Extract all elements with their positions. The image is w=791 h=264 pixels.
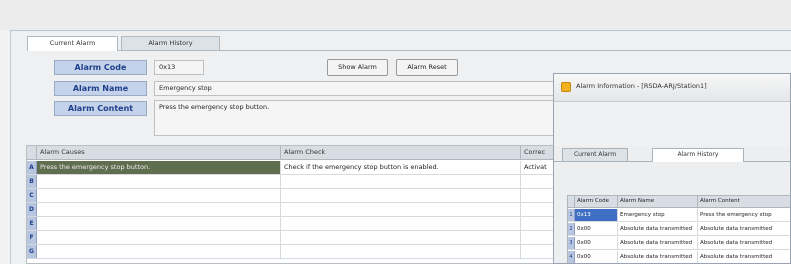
row-number: D xyxy=(27,203,37,216)
table-row[interactable]: B xyxy=(27,175,565,189)
row-number: 2 xyxy=(568,223,575,235)
table-cell[interactable]: Absolute data transmitted xyxy=(698,237,790,249)
table-cell[interactable] xyxy=(281,175,521,188)
table-row[interactable]: D xyxy=(27,203,565,217)
alarm-history-table: Alarm Code Alarm Name Alarm Content 1 0x… xyxy=(567,195,790,263)
table-row[interactable]: 4 0x00 Absolute data transmitted Absolut… xyxy=(568,251,790,263)
table-cell[interactable]: Absolute data transmitted xyxy=(618,223,698,235)
table-cell[interactable]: Emergency stop xyxy=(618,209,698,221)
row-number: B xyxy=(27,175,37,188)
table-row[interactable]: 2 0x00 Absolute data transmitted Absolut… xyxy=(568,223,790,236)
table-header: Alarm Causes Alarm Check Correc xyxy=(27,146,565,160)
row-number: A xyxy=(27,161,37,174)
table-row[interactable]: 3 0x00 Absolute data transmitted Absolut… xyxy=(568,237,790,250)
show-alarm-button[interactable]: Show Alarm xyxy=(327,59,388,76)
table-cell[interactable] xyxy=(281,217,521,230)
table-cell[interactable] xyxy=(37,189,281,202)
alarm-causes-table: Alarm Causes Alarm Check Correc A Press … xyxy=(26,145,566,264)
table-cell[interactable]: Press the emergency stop button. xyxy=(37,161,281,174)
corner-cell xyxy=(568,196,575,208)
tab-divider xyxy=(27,50,791,51)
window-title-bar[interactable]: Alarm Information - [RSDA-ARJ/Station1] xyxy=(554,74,790,102)
table-cell[interactable]: Absolute data transmitted xyxy=(618,237,698,249)
row-number: 4 xyxy=(568,251,575,263)
table-cell[interactable]: 0x00 xyxy=(575,251,618,263)
alarm-code-field[interactable]: 0x13 xyxy=(154,60,204,75)
table-cell[interactable] xyxy=(37,217,281,230)
alarm-information-window: Alarm Information - [RSDA-ARJ/Station1] … xyxy=(553,73,791,264)
row-number: F xyxy=(27,231,37,244)
table-cell[interactable]: Absolute data transmitted xyxy=(698,223,790,235)
table-row[interactable]: G xyxy=(27,245,565,259)
row-number: 3 xyxy=(568,237,575,249)
table-row[interactable]: A Press the emergency stop button. Check… xyxy=(27,161,565,175)
alarm-code-label: Alarm Code xyxy=(54,60,147,75)
table-row[interactable]: E xyxy=(27,217,565,231)
table-row[interactable]: F xyxy=(27,231,565,245)
table-cell[interactable] xyxy=(281,203,521,216)
row-number: G xyxy=(27,245,37,258)
popup-tab-alarm-history[interactable]: Alarm History xyxy=(652,148,744,162)
tab-current-alarm[interactable]: Current Alarm xyxy=(27,36,118,51)
table-cell[interactable]: Check if the emergency stop button is en… xyxy=(281,161,521,174)
toolbar-area xyxy=(0,0,791,30)
row-number: C xyxy=(27,189,37,202)
table-cell[interactable]: Absolute data transmitted xyxy=(618,251,698,263)
table-cell[interactable] xyxy=(281,245,521,258)
row-number: 1 xyxy=(568,209,575,221)
table-cell[interactable] xyxy=(281,189,521,202)
alarm-icon xyxy=(561,82,571,92)
table-cell[interactable]: 0x13 xyxy=(575,209,618,221)
table-row[interactable]: C xyxy=(27,189,565,203)
popup-tab-current-alarm[interactable]: Current Alarm xyxy=(562,148,628,161)
column-header[interactable]: Alarm Content xyxy=(698,196,790,208)
corner-cell xyxy=(27,146,37,160)
table-cell[interactable]: 0x00 xyxy=(575,237,618,249)
column-header[interactable]: Alarm Code xyxy=(575,196,618,208)
row-number: E xyxy=(27,217,37,230)
table-cell[interactable] xyxy=(37,231,281,244)
alarm-name-label: Alarm Name xyxy=(54,81,147,96)
table-cell[interactable]: Press the emergency stop xyxy=(698,209,790,221)
alarm-name-field[interactable]: Emergency stop xyxy=(154,81,566,96)
table-cell[interactable] xyxy=(281,231,521,244)
column-header[interactable]: Alarm Name xyxy=(618,196,698,208)
table-cell[interactable]: Absolute data transmitted xyxy=(698,251,790,263)
table-cell[interactable] xyxy=(37,245,281,258)
column-header[interactable]: Alarm Causes xyxy=(37,146,281,160)
table-cell[interactable] xyxy=(37,203,281,216)
window-title: Alarm Information - [RSDA-ARJ/Station1] xyxy=(576,82,707,90)
table-cell[interactable] xyxy=(37,175,281,188)
alarm-content-field[interactable]: Press the emergency stop button. xyxy=(154,100,566,136)
window-toolbar xyxy=(554,102,790,146)
table-row[interactable]: 1 0x13 Emergency stop Press the emergenc… xyxy=(568,209,790,222)
table-cell[interactable]: 0x00 xyxy=(575,223,618,235)
alarm-content-label: Alarm Content xyxy=(54,101,147,116)
alarm-reset-button[interactable]: Alarm Reset xyxy=(396,59,458,76)
column-header[interactable]: Alarm Check xyxy=(281,146,521,160)
tab-alarm-history[interactable]: Alarm History xyxy=(121,36,220,50)
